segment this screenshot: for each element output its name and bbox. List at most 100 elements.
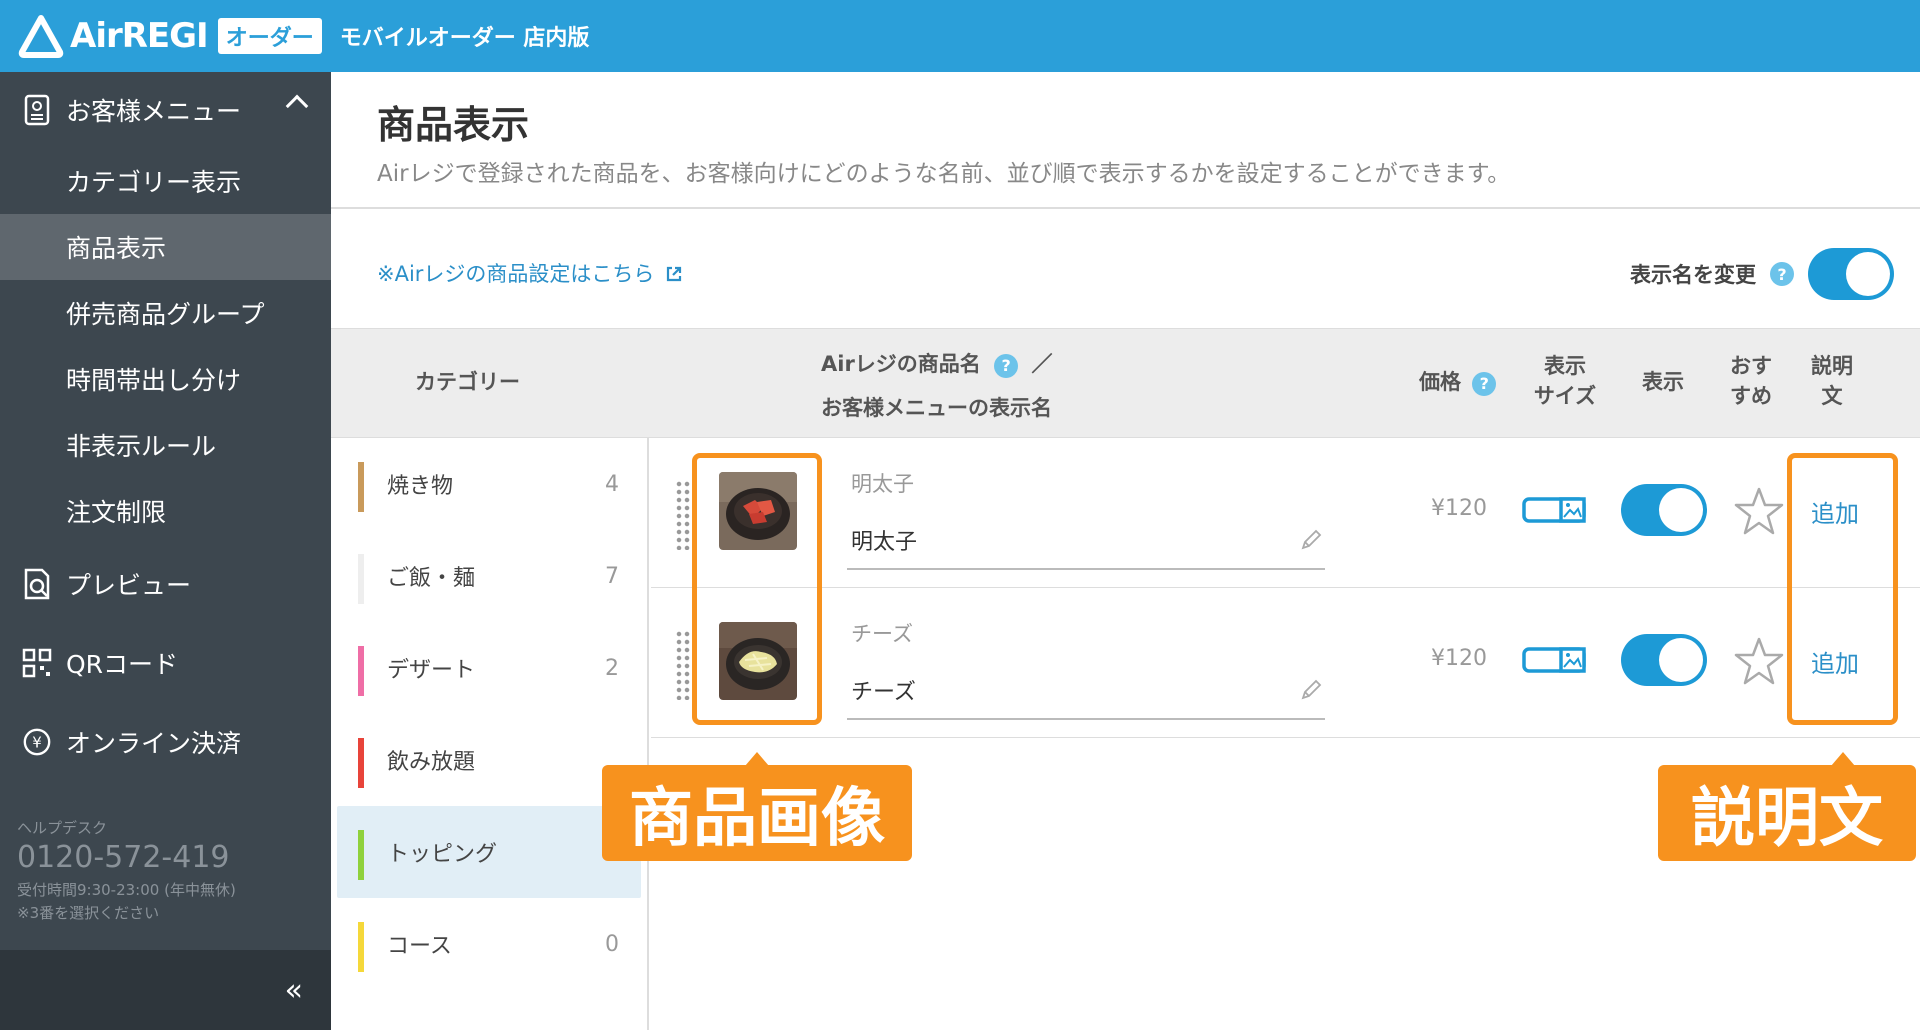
header-size-line1: 表示 bbox=[1544, 354, 1586, 378]
pencil-icon[interactable] bbox=[1299, 678, 1323, 702]
app-subtitle: モバイルオーダー 店内版 bbox=[339, 26, 590, 51]
product-price: ¥120 bbox=[1431, 646, 1487, 671]
helpdesk-note: ※3番を選択ください bbox=[17, 904, 160, 922]
help-icon[interactable]: ? bbox=[994, 354, 1019, 378]
display-size-icon[interactable] bbox=[1521, 642, 1587, 678]
link-label: ※Airレジの商品設定はこちら bbox=[377, 262, 655, 286]
sidebar-item-label: カテゴリー表示 bbox=[66, 168, 242, 197]
callout-pointer bbox=[745, 752, 769, 766]
toggle-knob bbox=[1659, 488, 1703, 532]
header-recommend: おす すめ bbox=[1718, 351, 1784, 411]
sidebar-item-time-slot[interactable]: 時間帯出し分け bbox=[0, 346, 331, 412]
header-size-line2: サイズ bbox=[1533, 384, 1597, 408]
help-icon[interactable]: ? bbox=[1770, 262, 1794, 286]
helpdesk-title: ヘルプデスク bbox=[17, 819, 108, 837]
help-icon[interactable]: ? bbox=[1472, 372, 1497, 396]
header-desc-line1: 説明 bbox=[1811, 354, 1853, 378]
airregi-logo: AirREGI オーダー bbox=[18, 14, 322, 58]
sidebar-item-online-payment[interactable]: ¥ オンライン決済 bbox=[0, 702, 331, 781]
category-color-bar bbox=[358, 646, 364, 696]
sidebar-item-bundle-group[interactable]: 併売商品グループ bbox=[0, 280, 331, 346]
category-item[interactable]: デザート 2 bbox=[331, 622, 647, 714]
category-count: 7 bbox=[605, 563, 619, 589]
yen-circle-icon: ¥ bbox=[22, 725, 52, 759]
toggle-knob bbox=[1659, 638, 1703, 682]
display-name-input[interactable]: チーズ bbox=[851, 674, 916, 706]
sidebar-item-label: 時間帯出し分け bbox=[66, 366, 242, 395]
category-item[interactable]: 飲み放題 bbox=[331, 714, 647, 806]
rename-toggle-label: 表示名を変更 bbox=[1630, 263, 1756, 287]
category-color-bar bbox=[358, 922, 364, 972]
page-description: Airレジで登録された商品を、お客様向けにどのような名前、並び順で表示するかを設… bbox=[377, 161, 1511, 187]
category-color-bar bbox=[358, 830, 364, 880]
sidebar-item-qr-code[interactable]: QRコード bbox=[0, 623, 331, 702]
input-underline bbox=[847, 718, 1325, 720]
visibility-toggle[interactable] bbox=[1621, 484, 1707, 536]
category-name: 飲み放題 bbox=[387, 750, 476, 775]
airregi-product-name: チーズ bbox=[851, 622, 913, 646]
sidebar: お客様メニュー カテゴリー表示 商品表示 併売商品グループ 時間帯出し分け 非表… bbox=[0, 72, 331, 1030]
image-highlight-box bbox=[692, 453, 822, 725]
category-name: デザート bbox=[387, 658, 476, 683]
category-item-selected[interactable]: トッピング 2 bbox=[337, 806, 641, 898]
header-recommend-line1: おす bbox=[1730, 354, 1772, 378]
category-name: ご飯・麺 bbox=[387, 566, 476, 591]
category-item[interactable]: ご飯・麺 7 bbox=[331, 530, 647, 622]
menu-book-icon bbox=[22, 93, 52, 127]
display-size-icon[interactable] bbox=[1521, 492, 1587, 528]
sidebar-item-label: QRコード bbox=[66, 649, 179, 679]
header-name-line1: Airレジの商品名 bbox=[821, 352, 981, 376]
sidebar-item-category-display[interactable]: カテゴリー表示 bbox=[0, 148, 331, 214]
drag-handle-icon[interactable] bbox=[675, 480, 691, 550]
main-content: 商品表示 Airレジで登録された商品を、お客様向けにどのような名前、並び順で表示… bbox=[331, 72, 1920, 1030]
drag-handle-icon[interactable] bbox=[675, 630, 691, 700]
category-name: トッピング bbox=[387, 842, 498, 867]
category-color-bar bbox=[358, 554, 364, 604]
logo-badge: オーダー bbox=[217, 18, 322, 54]
preview-search-icon bbox=[22, 567, 52, 601]
star-icon[interactable] bbox=[1731, 484, 1787, 540]
sidebar-item-label: オンライン決済 bbox=[66, 728, 242, 758]
external-link-icon bbox=[667, 266, 682, 282]
header-category: カテゴリー bbox=[415, 370, 520, 394]
sidebar-item-label: 商品表示 bbox=[66, 234, 167, 263]
logo-text: AirREGI bbox=[70, 16, 209, 56]
category-name: 焼き物 bbox=[387, 474, 454, 499]
display-name-input[interactable]: 明太子 bbox=[851, 524, 917, 556]
svg-text:¥: ¥ bbox=[32, 733, 42, 751]
qr-code-icon bbox=[22, 646, 52, 680]
product-price: ¥120 bbox=[1431, 496, 1487, 521]
sidebar-item-order-limit[interactable]: 注文制限 bbox=[0, 478, 331, 544]
chevron-up-icon bbox=[285, 94, 309, 118]
category-count: 4 bbox=[605, 471, 619, 497]
sidebar-collapse-button[interactable]: « bbox=[0, 950, 331, 1030]
top-header: AirREGI オーダー モバイルオーダー 店内版 bbox=[0, 0, 1920, 72]
sidebar-item-label: 併売商品グループ bbox=[66, 300, 265, 329]
logo-triangle-icon bbox=[18, 15, 64, 58]
star-icon[interactable] bbox=[1731, 634, 1787, 690]
rename-toggle-group: 表示名を変更 ? bbox=[1630, 248, 1894, 300]
airregi-settings-link[interactable]: ※Airレジの商品設定はこちら bbox=[377, 258, 683, 288]
double-chevron-left-icon: « bbox=[284, 972, 303, 1008]
category-color-bar bbox=[358, 462, 364, 512]
category-item[interactable]: 焼き物 4 bbox=[331, 438, 647, 530]
sidebar-item-hide-rules[interactable]: 非表示ルール bbox=[0, 412, 331, 478]
pencil-icon[interactable] bbox=[1299, 528, 1323, 552]
product-row: 明太子 明太子 ¥120 追加 bbox=[651, 438, 1920, 588]
rename-toggle[interactable] bbox=[1808, 248, 1894, 300]
category-count: 0 bbox=[605, 931, 619, 957]
visibility-toggle[interactable] bbox=[1621, 634, 1707, 686]
sidebar-item-preview[interactable]: プレビュー bbox=[0, 544, 331, 623]
table-header: カテゴリー Airレジの商品名 ? ／ お客様メニューの表示名 価格 ? 表示 … bbox=[331, 328, 1920, 438]
header-desc-line2: 文 bbox=[1821, 384, 1843, 408]
header-display-size: 表示 サイズ bbox=[1525, 351, 1605, 411]
sidebar-item-customer-menu[interactable]: お客様メニュー bbox=[0, 72, 331, 148]
category-item[interactable]: コース 0 bbox=[331, 898, 647, 990]
header-name-slash: ／ bbox=[1031, 352, 1053, 376]
sidebar-item-label: プレビュー bbox=[66, 570, 192, 600]
header-recommend-line2: すめ bbox=[1730, 384, 1772, 408]
page-title: 商品表示 bbox=[377, 103, 530, 147]
sidebar-item-product-display[interactable]: 商品表示 bbox=[0, 214, 331, 280]
description-callout: 説明文 bbox=[1658, 765, 1916, 861]
header-price-label: 価格 bbox=[1419, 370, 1461, 394]
